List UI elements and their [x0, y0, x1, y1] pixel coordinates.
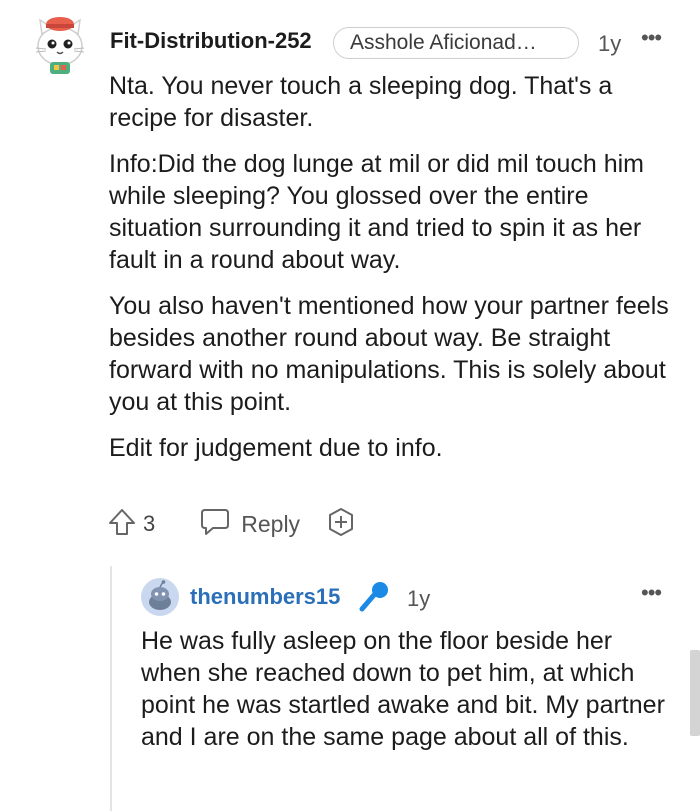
- more-options-icon[interactable]: •••: [641, 25, 662, 51]
- comment-author[interactable]: Fit-Distribution-252: [110, 28, 312, 54]
- upvote-icon[interactable]: [107, 507, 137, 542]
- reply-author[interactable]: thenumbers15: [190, 584, 340, 610]
- user-flair: Asshole Aficionad…: [333, 27, 579, 59]
- comment-actions: 3 Reply: [107, 507, 356, 542]
- comment-paragraph: Nta. You never touch a sleeping dog. Tha…: [109, 72, 613, 132]
- reply-avatar[interactable]: [141, 578, 179, 616]
- vote-count: 3: [143, 511, 156, 536]
- reply-body: He was fully asleep on the floor beside …: [141, 627, 665, 751]
- reply-button[interactable]: Reply: [199, 507, 300, 542]
- comment-age: 1y: [598, 31, 622, 56]
- comment-body: Nta. You never touch a sleeping dog. Tha…: [109, 70, 674, 478]
- comment-paragraph: Info:Did the dog lunge at mil or did mil…: [109, 150, 644, 274]
- microphone-icon: [356, 580, 392, 619]
- reply-age: 1y: [407, 586, 431, 611]
- scrollbar[interactable]: [690, 650, 700, 736]
- user-avatar[interactable]: [30, 10, 90, 76]
- comment-paragraph: Edit for judgement due to info.: [109, 434, 443, 462]
- award-icon[interactable]: [326, 507, 356, 542]
- reply-icon: [199, 507, 231, 542]
- thread-line[interactable]: [110, 566, 112, 811]
- more-options-icon[interactable]: •••: [641, 580, 662, 606]
- reply-label: Reply: [241, 510, 301, 537]
- comment-paragraph: You also haven't mentioned how your part…: [109, 292, 669, 416]
